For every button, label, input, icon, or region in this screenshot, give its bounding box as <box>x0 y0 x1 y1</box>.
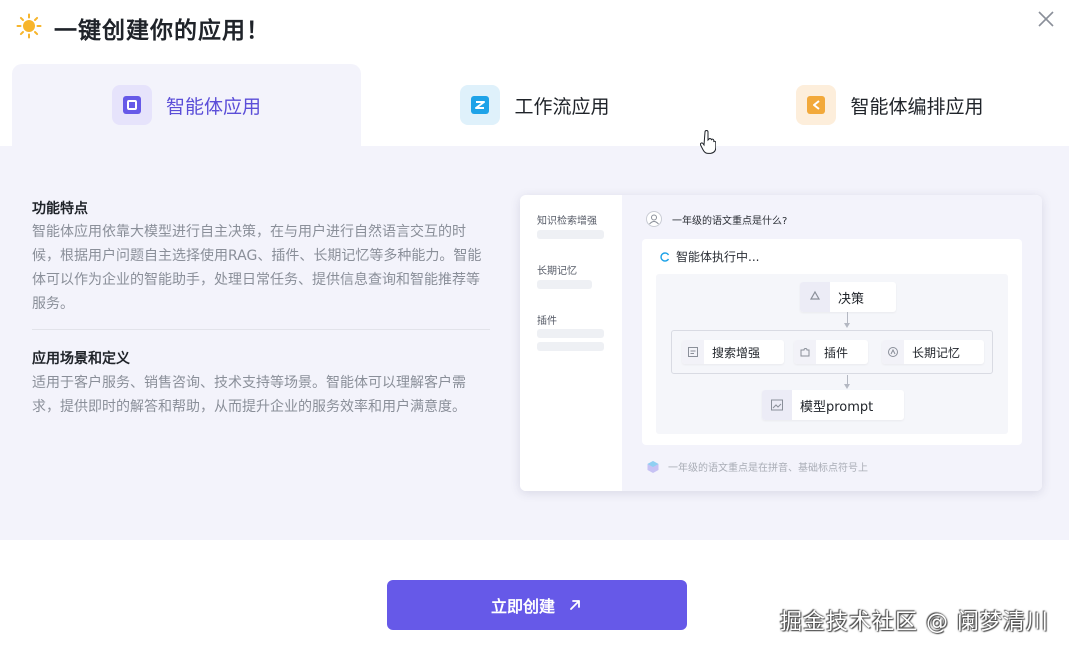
connector-arrow <box>844 384 850 389</box>
tab-label: 工作流应用 <box>514 95 610 118</box>
scenarios-heading: 应用场景和定义 <box>32 351 130 367</box>
placeholder-bar <box>537 230 604 239</box>
workflow-app-icon <box>460 85 501 125</box>
user-avatar-icon <box>646 211 662 227</box>
puzzle-icon <box>794 340 816 364</box>
placeholder-bar <box>537 280 592 289</box>
plugin-node: 插件 <box>794 340 868 364</box>
agent-orchestration-icon <box>796 85 837 125</box>
image-icon <box>762 390 792 420</box>
preview-chat-area: 一年级的语文重点是什么? 智能体执行中... 决策 搜索增强 插件 长期记忆 模… <box>622 195 1042 491</box>
agent-execution-box: 智能体执行中... 决策 搜索增强 插件 长期记忆 模型prompt <box>642 239 1022 445</box>
long-term-memory-node: 长期记忆 <box>882 340 984 364</box>
node-label: 搜索增强 <box>712 345 761 360</box>
tab-workflow-app[interactable]: 工作流应用 <box>400 64 670 146</box>
node-label: 模型prompt <box>800 399 874 415</box>
running-text: 智能体执行中... <box>676 250 760 264</box>
connector-arrow <box>844 323 850 328</box>
dialog-header: 一键创建你的应用！ <box>0 0 1069 60</box>
hand-cursor-icon <box>700 130 716 154</box>
tab-label: 智能体应用 <box>165 95 261 118</box>
create-now-button[interactable]: 立即创建 <box>387 580 687 630</box>
tab-label: 智能体编排应用 <box>850 95 984 118</box>
section-divider <box>32 329 490 330</box>
recycle-icon <box>800 282 830 312</box>
node-label: 长期记忆 <box>912 345 961 360</box>
tools-group: 搜索增强 插件 长期记忆 <box>671 330 993 374</box>
preview-sidebar-item: 插件 <box>537 316 557 327</box>
agent-app-icon <box>111 85 152 125</box>
edit-doc-icon <box>682 340 704 364</box>
preview-question: 一年级的语文重点是什么? <box>646 211 787 227</box>
decision-node: 决策 <box>800 282 896 312</box>
preview-sidebar: 知识检索增强 长期记忆 插件 <box>520 195 622 491</box>
answer-text: 一年级的语文重点是在拼音、基础标点符号上 <box>668 463 868 474</box>
model-prompt-node: 模型prompt <box>762 390 904 420</box>
features-heading: 功能特点 <box>32 201 88 217</box>
dialog-title: 一键创建你的应用！ <box>54 18 270 44</box>
app-type-tabs: 智能体应用 工作流应用 智能体编排应用 <box>0 64 1069 146</box>
loading-icon <box>660 251 670 262</box>
agent-preview-illustration: 知识检索增强 长期记忆 插件 一年级的语文重点是什么? 智能体执行中... 决策… <box>520 195 1042 491</box>
sun-icon <box>16 13 42 39</box>
placeholder-bar <box>537 329 604 338</box>
question-text: 一年级的语文重点是什么? <box>672 215 788 227</box>
node-label: 插件 <box>824 345 849 360</box>
preview-sidebar-item: 长期记忆 <box>537 266 577 277</box>
memory-icon <box>882 340 904 364</box>
ai-answer-icon <box>647 460 659 473</box>
close-icon[interactable] <box>1035 8 1057 30</box>
arrow-up-right-icon <box>570 600 580 610</box>
tab-content-panel: 功能特点 智能体应用依靠大模型进行自主决策，在与用户进行自然语言交互的时候，根据… <box>0 146 1069 540</box>
agent-flow-diagram: 决策 搜索增强 插件 长期记忆 模型prompt <box>656 274 1008 434</box>
create-button-label: 立即创建 <box>490 597 555 616</box>
running-status: 智能体执行中... <box>660 248 759 265</box>
tab-agent-app[interactable]: 智能体应用 <box>12 64 361 146</box>
create-app-dialog: 一键创建你的应用！ 智能体应用 工作流应用 智能体编排应用 功能特点 智能体应用… <box>0 0 1069 652</box>
preview-answer: 一年级的语文重点是在拼音、基础标点符号上 <box>646 459 868 474</box>
node-label: 决策 <box>838 291 865 307</box>
features-description: 智能体应用依靠大模型进行自主决策，在与用户进行自然语言交互的时候，根据用户问题自… <box>32 224 482 312</box>
search-enhance-node: 搜索增强 <box>682 340 784 364</box>
placeholder-bar <box>537 342 604 351</box>
tab-agent-orchestration-app[interactable]: 智能体编排应用 <box>740 64 1040 146</box>
watermark: 掘金技术社区 @ 阑梦清川 <box>780 610 1049 635</box>
preview-sidebar-item: 知识检索增强 <box>537 216 597 227</box>
scenarios-description: 适用于客户服务、销售咨询、技术支持等场景。智能体可以理解客户需求，提供即时的解答… <box>32 375 466 415</box>
